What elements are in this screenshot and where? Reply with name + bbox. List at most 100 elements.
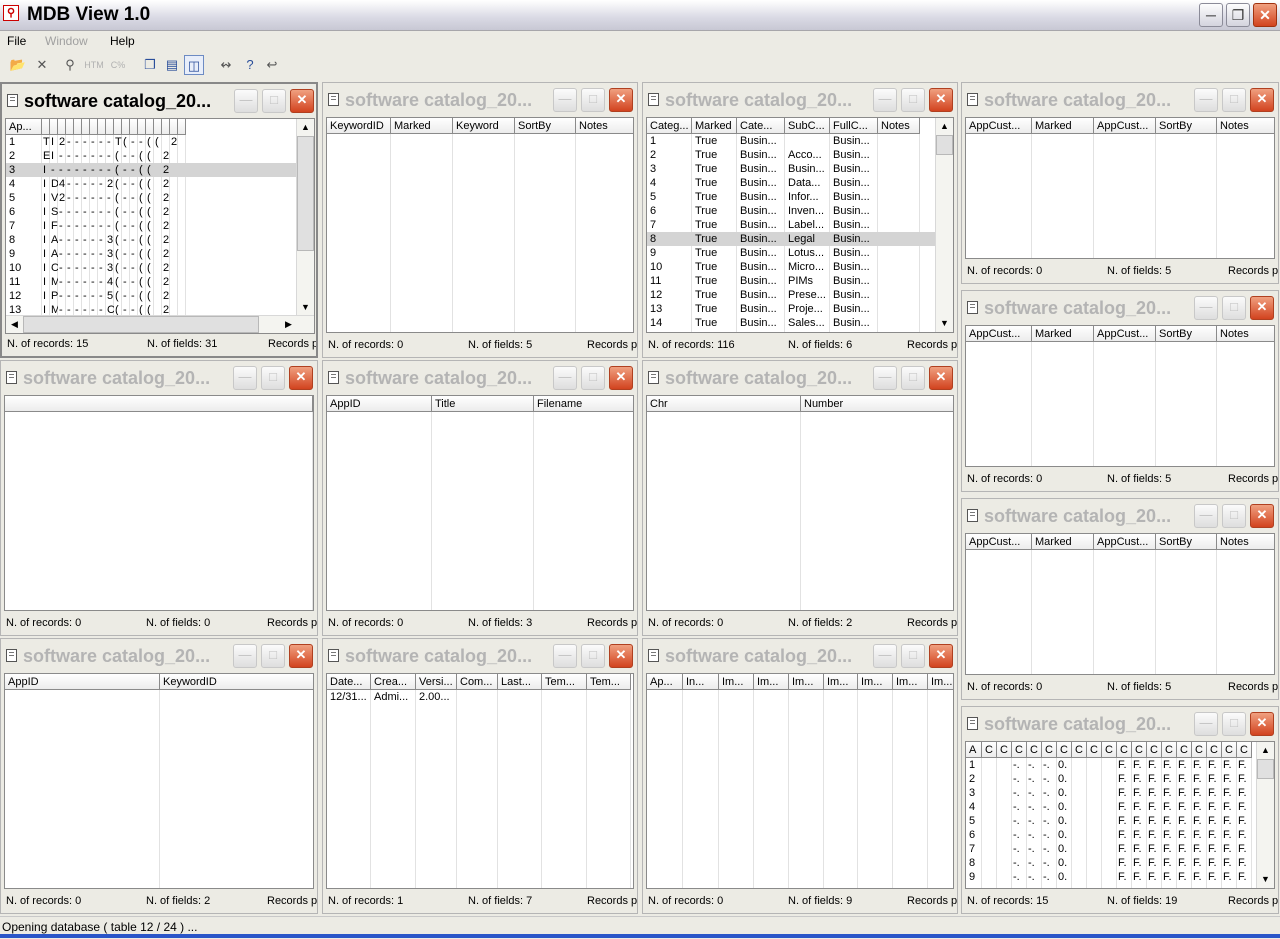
window-titlebar[interactable]: software catalog_20... — □ ✕ bbox=[1, 639, 317, 673]
data-grid[interactable]: A C C C C C C C C C C C C C C C C C C 1 -. -. -. 0. F. F. F. F. F. F.… bbox=[965, 741, 1275, 889]
child-window[interactable]: software catalog_20... — □ ✕ Ap... In... Im...… bbox=[642, 638, 958, 914]
window-titlebar[interactable]: software catalog_20... — □ ✕ bbox=[962, 83, 1278, 117]
data-grid[interactable]: AppID Title Filename bbox=[326, 395, 634, 611]
child-window[interactable]: software catalog_20... — □ ✕ Categ... Marked C… bbox=[642, 82, 958, 358]
window-titlebar[interactable]: software catalog_20... — □ ✕ bbox=[962, 499, 1278, 533]
column-header[interactable]: Date... bbox=[327, 674, 371, 690]
window-close-button[interactable]: ✕ bbox=[1250, 712, 1274, 736]
column-header[interactable]: SortBy bbox=[1156, 118, 1217, 134]
column-header[interactable]: In... bbox=[683, 674, 719, 690]
vertical-scrollbar[interactable]: ▲ ▼ bbox=[935, 118, 953, 332]
column-header[interactable]: SubC... bbox=[785, 118, 830, 134]
column-header[interactable]: Notes bbox=[576, 118, 633, 134]
column-header[interactable]: Notes bbox=[1217, 118, 1274, 134]
scroll-thumb[interactable] bbox=[936, 135, 953, 155]
column-header[interactable] bbox=[106, 119, 114, 135]
csv-export-icon[interactable]: C% bbox=[108, 55, 128, 75]
scroll-down-arrow-icon[interactable]: ▼ bbox=[297, 299, 314, 316]
window-maximize-button[interactable]: □ bbox=[581, 366, 605, 390]
window-minimize-button[interactable]: — bbox=[553, 366, 577, 390]
column-header[interactable]: Marked bbox=[1032, 534, 1094, 550]
window-minimize-button[interactable]: — bbox=[1194, 504, 1218, 528]
help-context-icon[interactable]: ? bbox=[240, 55, 260, 75]
column-header[interactable]: C bbox=[1147, 742, 1162, 758]
table-row[interactable]: 11IM------4(--((2 bbox=[6, 275, 297, 289]
window-close-button[interactable]: ✕ bbox=[289, 366, 313, 390]
table-row[interactable]: 12/31... Admi... 2.00... bbox=[327, 690, 633, 704]
table-row[interactable]: 7 I F - - - - - - -(- -((2 bbox=[6, 219, 297, 233]
window-titlebar[interactable]: software catalog_20... — □ ✕ bbox=[323, 639, 637, 673]
window-maximize-button[interactable]: □ bbox=[1222, 504, 1246, 528]
window-minimize-button[interactable]: — bbox=[1194, 296, 1218, 320]
column-header[interactable]: C bbox=[1027, 742, 1042, 758]
column-header[interactable]: Last... bbox=[498, 674, 542, 690]
column-header[interactable]: Keyword bbox=[453, 118, 515, 134]
table-row[interactable]: 14 True Busin... Sales... Busin... bbox=[647, 316, 936, 330]
window-minimize-button[interactable]: — bbox=[873, 88, 897, 112]
table-row[interactable]: 10 True Busin... Micro... Busin... bbox=[647, 260, 936, 274]
child-window[interactable]: software catalog_20... — □ ✕ Chr Number N. of … bbox=[642, 360, 958, 636]
column-header[interactable]: Categ... bbox=[647, 118, 692, 134]
column-header[interactable]: Cate... bbox=[737, 118, 785, 134]
data-grid[interactable]: Ap... 1 T I 2- - - - - - T(- -((2 2 E I - - - - - - -(- -((2 3 I… bbox=[5, 118, 315, 334]
column-header[interactable]: AppCust... bbox=[1094, 534, 1156, 550]
column-header[interactable]: FullC... bbox=[830, 118, 878, 134]
table-row[interactable]: 8 I A - - - - - -3(- -((2 bbox=[6, 233, 297, 247]
column-header[interactable]: C bbox=[1222, 742, 1237, 758]
table-row[interactable]: 4 -. -. -. 0. F. F. F. F. F. F. F. F. F. bbox=[966, 800, 1257, 814]
column-header[interactable]: Title bbox=[432, 396, 534, 412]
column-header[interactable]: AppID bbox=[5, 674, 160, 690]
column-header[interactable] bbox=[162, 119, 170, 135]
child-window[interactable]: software catalog_20... — □ ✕ KeywordID Marked… bbox=[322, 82, 638, 358]
back-icon[interactable]: ↩ bbox=[262, 55, 282, 75]
child-window[interactable]: software catalog_20... — □ ✕ AppCust... Marke… bbox=[961, 82, 1279, 284]
window-minimize-button[interactable]: — bbox=[873, 366, 897, 390]
child-window[interactable]: software catalog_20... — □ ✕ AppCust... Marke… bbox=[961, 498, 1279, 700]
column-header[interactable] bbox=[170, 119, 178, 135]
scroll-thumb[interactable] bbox=[23, 316, 259, 333]
window-close-button[interactable]: ✕ bbox=[929, 644, 953, 668]
menu-help[interactable]: Help bbox=[110, 34, 135, 48]
column-header[interactable] bbox=[42, 119, 50, 135]
window-close-button[interactable]: ✕ bbox=[609, 366, 633, 390]
table-row[interactable]: 5 -. -. -. 0. F. F. F. F. F. F. F. F. F. bbox=[966, 814, 1257, 828]
window-minimize-button[interactable]: — bbox=[553, 644, 577, 668]
window-close-button[interactable]: ✕ bbox=[929, 366, 953, 390]
table-row[interactable]: 4ID4-----2(--((2 bbox=[6, 177, 297, 191]
scroll-down-arrow-icon[interactable]: ▼ bbox=[1257, 871, 1274, 888]
column-header[interactable] bbox=[114, 119, 122, 135]
column-header[interactable] bbox=[154, 119, 162, 135]
minimize-button[interactable]: ─ bbox=[1199, 3, 1223, 27]
window-maximize-button[interactable]: □ bbox=[261, 366, 285, 390]
window-close-button[interactable]: ✕ bbox=[1250, 504, 1274, 528]
column-header[interactable]: AppCust... bbox=[966, 118, 1032, 134]
data-grid[interactable]: Date... Crea... Versi... Com... Last... Tem..… bbox=[326, 673, 634, 889]
data-grid[interactable]: KeywordID Marked Keyword SortBy Notes bbox=[326, 117, 634, 333]
column-header[interactable] bbox=[130, 119, 138, 135]
column-header[interactable]: AppCust... bbox=[1094, 326, 1156, 342]
vertical-scrollbar[interactable]: ▲ ▼ bbox=[1256, 742, 1274, 888]
table-row[interactable]: 3 -. -. -. 0. F. F. F. F. F. F. F. F. F. bbox=[966, 786, 1257, 800]
window-close-button[interactable]: ✕ bbox=[609, 644, 633, 668]
data-grid[interactable]: AppCust... Marked AppCust... SortBy Notes bbox=[965, 117, 1275, 259]
window-maximize-button[interactable]: □ bbox=[261, 644, 285, 668]
child-window[interactable]: software catalog_20... — □ ✕ Date... Crea... V… bbox=[322, 638, 638, 914]
window-close-button[interactable]: ✕ bbox=[929, 88, 953, 112]
column-header[interactable]: Notes bbox=[1217, 534, 1274, 550]
window-titlebar[interactable]: software catalog_20... — □ ✕ bbox=[643, 361, 957, 395]
column-header[interactable]: Im... bbox=[893, 674, 928, 690]
table-row[interactable]: 12 True Busin... Prese... Busin... bbox=[647, 288, 936, 302]
open-folder-icon[interactable]: 📂 bbox=[8, 55, 28, 75]
data-grid[interactable]: Chr Number bbox=[646, 395, 954, 611]
window-maximize-button[interactable]: □ bbox=[581, 644, 605, 668]
table-row[interactable]: 2 -. -. -. 0. F. F. F. F. F. F. F. F. F. bbox=[966, 772, 1257, 786]
table-row[interactable]: 2 E I - - - - - - -(- -((2 bbox=[6, 149, 297, 163]
column-header[interactable]: C bbox=[1132, 742, 1147, 758]
column-header[interactable]: Notes bbox=[878, 118, 920, 134]
column-header[interactable]: C bbox=[1102, 742, 1117, 758]
table-row[interactable]: 3 True Busin... Busin... Busin... bbox=[647, 162, 936, 176]
scroll-up-arrow-icon[interactable]: ▲ bbox=[297, 119, 314, 136]
window-maximize-button[interactable]: □ bbox=[1222, 712, 1246, 736]
table-row[interactable]: 7 -. -. -. 0. F. F. F. F. F. F. F. F. F. bbox=[966, 842, 1257, 856]
close-button[interactable]: ✕ bbox=[1253, 3, 1277, 27]
